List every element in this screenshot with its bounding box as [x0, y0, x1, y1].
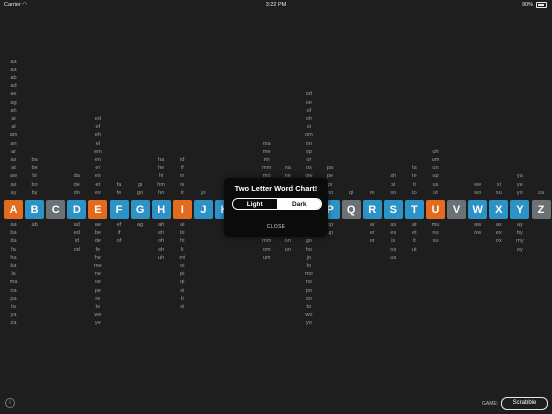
close-button[interactable]: CLOSE: [224, 224, 328, 230]
dialog-title: Two Letter Word Chart!: [234, 184, 318, 193]
game-select-button[interactable]: Scrabble: [501, 397, 548, 410]
game-label: GAME:: [482, 401, 499, 407]
theme-dialog: Two Letter Word Chart! Light Dark CLOSE: [224, 178, 328, 237]
info-icon[interactable]: i: [5, 398, 15, 408]
theme-option-light[interactable]: Light: [233, 199, 278, 209]
theme-option-dark[interactable]: Dark: [277, 199, 321, 209]
modal-overlay[interactable]: Two Letter Word Chart! Light Dark CLOSE: [0, 0, 552, 414]
theme-segmented-control: Light Dark: [232, 198, 322, 210]
